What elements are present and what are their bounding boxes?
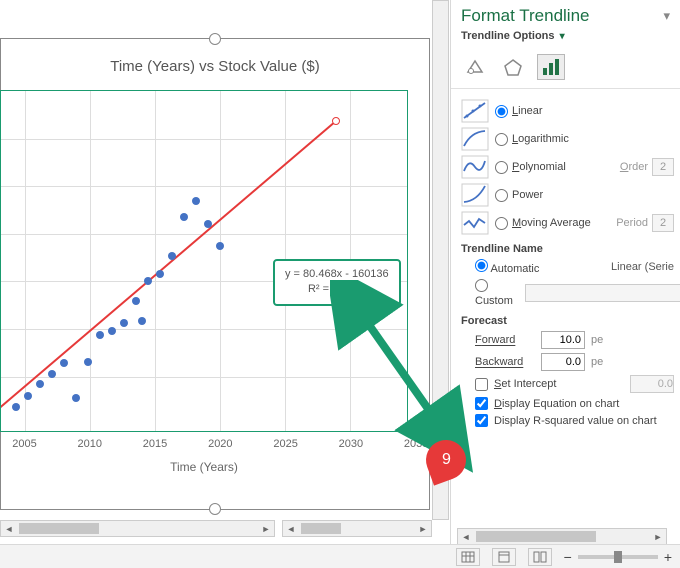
logarithmic-type-icon: [461, 127, 489, 151]
data-point[interactable]: [132, 297, 140, 305]
trendline-equation-label[interactable]: y = 80.468x - 160136 R² = 0.6945: [273, 259, 401, 306]
x-axis-label[interactable]: Time (Years): [0, 460, 408, 474]
power-type-icon: [461, 183, 489, 207]
sheet-hscroll-left[interactable]: ◄ ►: [0, 520, 275, 537]
scroll-left-icon[interactable]: ◄: [283, 521, 299, 536]
periods-unit: pe: [591, 334, 603, 346]
custom-name-input: [525, 284, 680, 302]
zoom-slider[interactable]: [578, 555, 658, 559]
backward-input[interactable]: [541, 353, 585, 371]
moving-avg-type-icon: [461, 211, 489, 235]
page-layout-view-button[interactable]: [492, 548, 516, 566]
data-point[interactable]: [180, 213, 188, 221]
panel-subtitle[interactable]: Trendline Options ▾: [451, 28, 680, 50]
scroll-right-icon[interactable]: ►: [650, 529, 666, 544]
data-point[interactable]: [192, 197, 200, 205]
scroll-left-icon[interactable]: ◄: [1, 521, 17, 536]
zoom-in-button[interactable]: +: [664, 549, 672, 565]
order-input: [652, 158, 674, 176]
display-r2-checkbox[interactable]: [475, 414, 488, 427]
data-point[interactable]: [60, 359, 68, 367]
status-bar: − +: [0, 544, 680, 568]
scroll-right-icon[interactable]: ►: [415, 521, 431, 536]
order-label: Order: [620, 161, 648, 173]
data-point[interactable]: [24, 392, 32, 400]
data-point[interactable]: [12, 403, 20, 411]
fill-line-tab-icon[interactable]: [461, 54, 489, 80]
power-radio[interactable]: Power: [495, 189, 543, 202]
periods-unit: pe: [591, 356, 603, 368]
custom-radio[interactable]: Custom: [475, 279, 513, 307]
period-input: [652, 214, 674, 232]
chevron-down-icon: ▾: [560, 31, 565, 42]
data-point[interactable]: [36, 380, 44, 388]
trendline-options-tab-icon[interactable]: [537, 54, 565, 80]
chart-pane: Time (Years) vs Stock Value ($): [0, 0, 440, 540]
linear-radio[interactable]: Linear: [495, 105, 543, 118]
data-point[interactable]: [156, 270, 164, 278]
linear-type-icon: [461, 99, 489, 123]
trendline-endpoint[interactable]: [332, 117, 340, 125]
data-point[interactable]: [48, 370, 56, 378]
logarithmic-radio[interactable]: Logarithmic: [495, 133, 569, 146]
forward-label: Forward: [475, 334, 535, 346]
equation-text: y = 80.468x - 160136: [285, 267, 389, 282]
data-point[interactable]: [168, 252, 176, 260]
panel-title: Format Trendline: [461, 6, 590, 26]
display-equation-checkbox[interactable]: [475, 397, 488, 410]
resize-handle-bottom[interactable]: [209, 503, 221, 515]
display-equation-label: Display Equation on chart: [494, 398, 619, 410]
zoom-thumb[interactable]: [614, 551, 622, 563]
data-point[interactable]: [144, 277, 152, 285]
automatic-radio[interactable]: Automatic: [475, 259, 539, 275]
r-squared-text: R² = 0.6945: [285, 282, 389, 297]
data-point[interactable]: [120, 319, 128, 327]
resize-handle-top[interactable]: [209, 33, 221, 45]
data-point[interactable]: [204, 220, 212, 228]
panel-hscroll[interactable]: ◄ ►: [457, 528, 667, 545]
forward-input[interactable]: [541, 331, 585, 349]
display-r2-label: Display R-squared value on chart: [494, 415, 657, 427]
panel-close-icon[interactable]: ▾: [663, 8, 670, 24]
automatic-name-value: Linear (Serie: [611, 261, 674, 273]
polynomial-radio[interactable]: Polynomial: [495, 161, 566, 174]
scroll-left-icon[interactable]: ◄: [458, 529, 474, 544]
data-point[interactable]: [96, 331, 104, 339]
page-break-view-button[interactable]: [528, 548, 552, 566]
zoom-out-button[interactable]: −: [564, 549, 572, 565]
data-point[interactable]: [216, 242, 224, 250]
backward-label: Backward: [475, 356, 535, 368]
set-intercept-label: Set Intercept: [494, 378, 556, 390]
data-point[interactable]: [138, 317, 146, 325]
period-label: Period: [616, 217, 648, 229]
data-point[interactable]: [84, 358, 92, 366]
format-trendline-panel: Format Trendline ▾ Trendline Options ▾ L…: [450, 0, 680, 568]
polynomial-type-icon: [461, 155, 489, 179]
forecast-heading: Forecast: [461, 315, 674, 327]
normal-view-button[interactable]: [456, 548, 480, 566]
sheet-hscroll-right[interactable]: ◄ ►: [282, 520, 432, 537]
set-intercept-checkbox[interactable]: [475, 378, 488, 391]
moving-average-radio[interactable]: Moving Average: [495, 217, 591, 230]
data-point[interactable]: [72, 394, 80, 402]
set-intercept-input: [630, 375, 674, 393]
trendline-name-heading: Trendline Name: [461, 243, 674, 255]
chart-title[interactable]: Time (Years) vs Stock Value ($): [0, 58, 430, 75]
scroll-right-icon[interactable]: ►: [258, 521, 274, 536]
effects-tab-icon[interactable]: [499, 54, 527, 80]
data-point[interactable]: [108, 327, 116, 335]
